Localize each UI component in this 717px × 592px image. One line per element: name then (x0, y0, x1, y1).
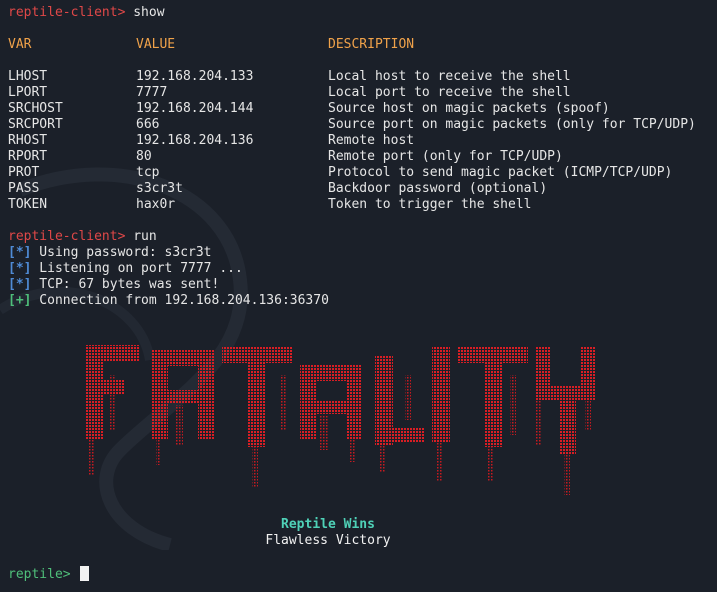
fatality-ascii-art (85, 345, 596, 495)
banner-title: Reptile Wins (281, 517, 375, 532)
command-text: run (133, 229, 157, 244)
command-line-run: reptile-client> run (8, 229, 157, 245)
row-value: 192.168.204.136 (136, 133, 254, 148)
header-value: VALUE (136, 37, 176, 52)
row-value: hax0r (136, 197, 176, 212)
row-var: LPORT (8, 85, 48, 100)
row-desc: Backdoor password (optional) (328, 181, 548, 196)
terminal-window[interactable]: reptile-client> show VAR VALUE DESCRIPTI… (0, 0, 717, 592)
row-var: PROT (8, 165, 40, 180)
row-var: LHOST (8, 69, 48, 84)
final-prompt: reptile> (8, 567, 71, 582)
row-var: TOKEN (8, 197, 48, 212)
status-tag: [*] (8, 261, 32, 276)
text-cursor[interactable] (80, 566, 90, 581)
log-text: Listening on port 7777 ... (31, 261, 243, 276)
status-tag: [+] (8, 293, 32, 308)
header-description: DESCRIPTION (328, 37, 415, 52)
row-desc: Remote port (only for TCP/UDP) (328, 149, 563, 164)
row-var: RPORT (8, 149, 48, 164)
row-value: 666 (136, 117, 160, 132)
row-var: PASS (8, 181, 40, 196)
command-text: show (133, 5, 165, 20)
row-value: 192.168.204.144 (136, 101, 254, 116)
row-value: 192.168.204.133 (136, 69, 254, 84)
row-value: 7777 (136, 85, 168, 100)
row-var: SRCPORT (8, 117, 63, 132)
log-line: [*] TCP: 67 bytes was sent! (8, 277, 219, 293)
prompt: reptile-client> (8, 5, 126, 20)
log-line: [*] Using password: s3cr3t (8, 245, 212, 261)
log-text: Connection from 192.168.204.136:36370 (31, 293, 329, 308)
row-value: s3cr3t (136, 181, 183, 196)
row-desc: Token to trigger the shell (328, 197, 532, 212)
log-text: Using password: s3cr3t (31, 245, 212, 260)
command-line-show: reptile-client> show (8, 5, 165, 21)
row-desc: Source host on magic packets (spoof) (328, 101, 610, 116)
active-prompt-line[interactable]: reptile> (8, 566, 90, 582)
row-desc: Protocol to send magic packet (ICMP/TCP/… (328, 165, 673, 180)
status-tag: [*] (8, 245, 32, 260)
log-line: [+] Connection from 192.168.204.136:3637… (8, 293, 329, 309)
log-text: TCP: 67 bytes was sent! (31, 277, 220, 292)
log-line: [*] Listening on port 7777 ... (8, 261, 243, 277)
prompt: reptile-client> (8, 229, 126, 244)
status-tag: [*] (8, 277, 32, 292)
row-var: RHOST (8, 133, 48, 148)
row-desc: Local port to receive the shell (328, 85, 571, 100)
row-value: 80 (136, 149, 152, 164)
header-var: VAR (8, 37, 32, 52)
row-desc: Remote host (328, 133, 415, 148)
row-desc: Local host to receive the shell (328, 69, 571, 84)
row-value: tcp (136, 165, 160, 180)
banner-subtitle: Flawless Victory (265, 533, 391, 548)
row-var: SRCHOST (8, 101, 63, 116)
row-desc: Source port on magic packets (only for T… (328, 117, 696, 132)
